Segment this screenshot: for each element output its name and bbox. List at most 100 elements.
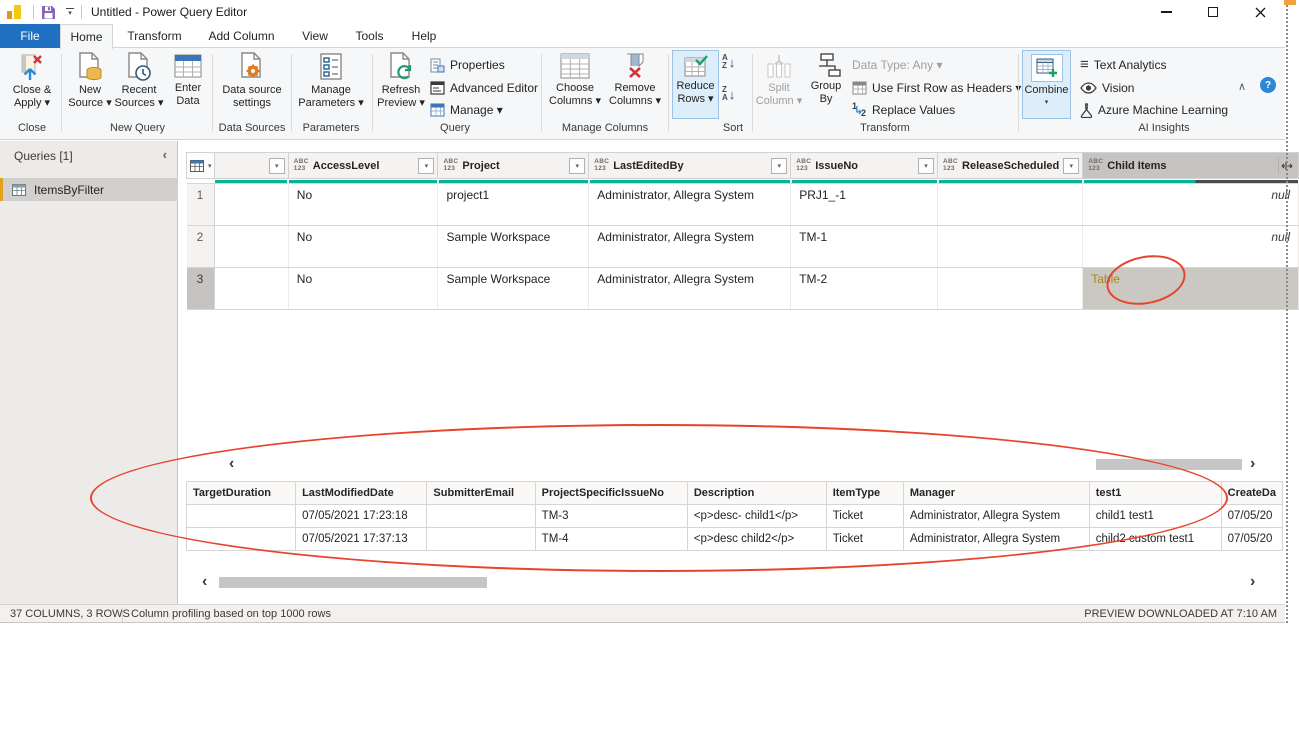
filter-dropdown-button[interactable]: ▾	[269, 158, 285, 174]
filter-dropdown-button[interactable]: ▾	[1063, 158, 1079, 174]
cell[interactable]	[214, 184, 288, 226]
cell[interactable]: project1	[438, 184, 589, 226]
vision-button[interactable]: Vision	[1080, 78, 1134, 98]
save-icon[interactable]	[41, 5, 56, 20]
tab-tools[interactable]: Tools	[343, 24, 396, 48]
child-items-preview-pane: TargetDuration LastModifiedDate Submitte…	[186, 481, 1283, 551]
detail-scrollbar-thumb[interactable]	[219, 577, 487, 588]
close-icon	[1255, 7, 1266, 18]
grid-scroll-left-button[interactable]: ‹	[229, 457, 234, 471]
grid-scrollbar-thumb[interactable]	[1096, 459, 1242, 470]
detail-scroll-left-button[interactable]: ‹	[202, 575, 207, 589]
combine-button[interactable]: Combine ▾	[1022, 50, 1071, 119]
row-number-selected[interactable]: 3	[187, 268, 215, 310]
grid-select-all-button[interactable]: ▾	[187, 153, 215, 179]
help-button[interactable]: ?	[1260, 77, 1276, 93]
cell[interactable]: TM-2	[791, 268, 938, 310]
collapse-queries-panel-icon[interactable]: ‹	[163, 147, 167, 162]
cell[interactable]	[214, 226, 288, 268]
cell[interactable]: Sample Workspace	[438, 268, 589, 310]
cell-null[interactable]: null	[1083, 226, 1299, 268]
sort-ascending-button[interactable]: AZ ↓	[722, 54, 735, 70]
detail-header: ProjectSpecificIssueNo	[535, 482, 687, 505]
column-header-project[interactable]: ABC123 Project ▾	[438, 153, 589, 179]
collapse-ribbon-icon[interactable]: ∧	[1238, 80, 1246, 93]
text-analytics-icon: ≡	[1080, 58, 1089, 72]
text-analytics-button[interactable]: ≡ Text Analytics	[1080, 55, 1166, 75]
properties-button[interactable]: Properties	[430, 55, 505, 75]
advanced-editor-button[interactable]: Advanced Editor	[430, 78, 538, 98]
cell[interactable]	[214, 268, 288, 310]
azure-machine-learning-button[interactable]: Azure Machine Learning	[1080, 100, 1228, 120]
minimize-icon	[1161, 11, 1172, 13]
cell[interactable]: PRJ1_-1	[791, 184, 938, 226]
enter-data-icon	[173, 52, 203, 80]
quick-access-dropdown-icon[interactable]: ▾	[66, 8, 74, 16]
cell[interactable]	[938, 226, 1083, 268]
enter-data-button[interactable]: Enter Data	[167, 52, 209, 108]
cell[interactable]	[938, 184, 1083, 226]
reduce-rows-button[interactable]: Reduce Rows ▾	[672, 50, 719, 119]
cell[interactable]	[938, 268, 1083, 310]
filter-dropdown-button[interactable]: ▾	[569, 158, 585, 174]
use-first-row-as-headers-button[interactable]: Use First Row as Headers ▾	[852, 78, 1021, 98]
cell[interactable]: No	[288, 226, 438, 268]
status-bar: 37 COLUMNS, 3 ROWS Column profiling base…	[0, 604, 1285, 623]
row-number[interactable]: 1	[187, 184, 215, 226]
cell[interactable]: Administrator, Allegra System	[589, 226, 791, 268]
tab-help[interactable]: Help	[396, 24, 452, 48]
column-header-lasteditedby[interactable]: ABC123 LastEditedBy ▾	[589, 153, 791, 179]
detail-cell: 07/05/20	[1221, 505, 1282, 528]
grid-scroll-right-button[interactable]: ›	[1250, 457, 1255, 471]
query-item-itemsbyfilter[interactable]: ItemsByFilter	[0, 178, 178, 201]
close-and-apply-button[interactable]: Close & Apply ▾	[6, 52, 58, 110]
status-profiling-note[interactable]: Column profiling based on top 1000 rows	[131, 608, 331, 620]
column-header-releasescheduled[interactable]: ABC123 ReleaseScheduled ▾	[938, 153, 1083, 179]
new-source-button[interactable]: New Source ▾	[66, 52, 114, 110]
filter-dropdown-button[interactable]: ▾	[418, 158, 434, 174]
tab-home[interactable]: Home	[60, 24, 113, 49]
cell-null[interactable]: null	[1083, 184, 1299, 226]
cell[interactable]: Administrator, Allegra System	[589, 184, 791, 226]
filter-dropdown-button[interactable]: ▾	[918, 158, 934, 174]
tab-add-column[interactable]: Add Column	[196, 24, 287, 48]
cell[interactable]: TM-1	[791, 226, 938, 268]
filter-dropdown-button[interactable]: ▾	[771, 158, 787, 174]
cell[interactable]: Sample Workspace	[438, 226, 589, 268]
recent-sources-button[interactable]: Recent Sources ▾	[112, 52, 166, 110]
close-button[interactable]	[1240, 0, 1280, 24]
tab-transform[interactable]: Transform	[113, 24, 196, 48]
group-label-manage-columns: Manage Columns	[546, 122, 664, 134]
minimize-button[interactable]	[1146, 0, 1186, 24]
sort-descending-button[interactable]: ZA ↓	[722, 86, 735, 102]
maximize-button[interactable]	[1193, 0, 1233, 24]
cell-table-link[interactable]: Table	[1083, 268, 1299, 310]
group-by-button[interactable]: Group By	[804, 52, 848, 106]
tab-view[interactable]: View	[287, 24, 343, 48]
manage-parameters-button[interactable]: Manage Parameters ▾	[294, 52, 368, 110]
refresh-preview-button[interactable]: Refresh Preview ▾	[375, 52, 427, 110]
column-header-accesslevel[interactable]: ABC123 AccessLevel ▾	[288, 153, 438, 179]
cell[interactable]: No	[288, 184, 438, 226]
grid-table-icon	[190, 160, 204, 172]
choose-columns-button[interactable]: Choose Columns ▾	[546, 52, 604, 108]
manage-button[interactable]: Manage ▾	[430, 100, 503, 120]
cell[interactable]: Administrator, Allegra System	[589, 268, 791, 310]
replace-values-button[interactable]: 1 ↳ 2 Replace Values	[852, 100, 955, 120]
cell[interactable]: No	[288, 268, 438, 310]
tab-file[interactable]: File	[0, 24, 60, 48]
column-header-child-items[interactable]: ABC123 Child Items	[1083, 153, 1299, 179]
column-header-issueno[interactable]: ABC123 IssueNo ▾	[791, 153, 938, 179]
data-source-settings-icon	[238, 52, 266, 82]
data-preview-grid: ▾ ▾ ABC123 AccessLevel ▾ ABC123 Project …	[186, 152, 1299, 310]
ribbon-separator	[541, 54, 542, 132]
remove-columns-button[interactable]: Remove Columns ▾	[606, 52, 664, 108]
titlebar: ▾ Untitled - Power Query Editor	[0, 0, 1285, 24]
detail-scroll-right-button[interactable]: ›	[1250, 575, 1255, 589]
data-source-settings-button[interactable]: Data source settings	[216, 52, 288, 110]
manage-parameters-icon	[318, 52, 344, 82]
choose-columns-icon	[559, 52, 591, 80]
column-header-unnamed[interactable]: ▾	[214, 153, 288, 179]
row-number[interactable]: 2	[187, 226, 215, 268]
combine-icon	[1036, 58, 1058, 78]
